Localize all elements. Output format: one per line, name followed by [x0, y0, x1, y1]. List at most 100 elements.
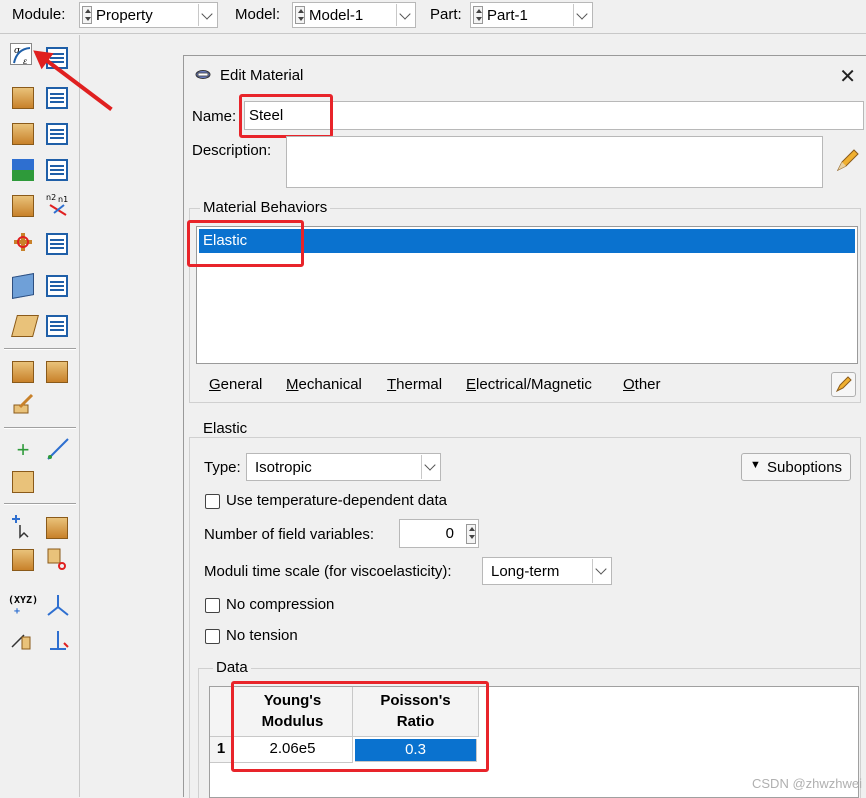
elastic-group-label: Elastic	[200, 420, 250, 437]
table-corner	[210, 687, 233, 737]
model-select[interactable]: Model-1	[292, 2, 416, 28]
section-assignment-manager-icon[interactable]	[46, 159, 68, 181]
type-select[interactable]: Isotropic	[246, 453, 441, 481]
section-manager-icon[interactable]	[46, 87, 68, 109]
youngs-modulus-cell[interactable]: 2.06e5	[233, 737, 353, 763]
assign-orientation-icon[interactable]	[12, 195, 34, 217]
moduli-label: Moduli time scale (for viscoelasticity):	[204, 563, 452, 580]
datum-grid-icon[interactable]	[12, 471, 34, 493]
dialog-titlebar[interactable]: Edit Material ✕	[184, 56, 866, 93]
list-item[interactable]: Elastic	[199, 229, 855, 253]
spin-arrows-icon	[82, 6, 92, 24]
suboptions-label: Suboptions	[767, 459, 842, 476]
type-label: Type:	[204, 459, 241, 476]
edit-behavior-button[interactable]	[831, 372, 856, 397]
measure-angle-icon[interactable]	[46, 629, 68, 651]
partition-icon[interactable]	[46, 517, 68, 539]
no-tension-checkbox[interactable]	[205, 629, 220, 644]
pencil-icon[interactable]	[834, 148, 856, 170]
poissons-ratio-header[interactable]: Poisson's Ratio	[353, 687, 479, 737]
close-icon[interactable]: ✕	[839, 64, 856, 89]
material-behaviors-label: Material Behaviors	[200, 199, 330, 216]
profile-manager-icon[interactable]	[46, 123, 68, 145]
chevron-down-icon	[573, 4, 591, 26]
menu-general[interactable]: General	[209, 376, 262, 393]
svg-text:n2: n2	[46, 193, 56, 202]
part-value: Part-1	[487, 7, 528, 24]
chevron-down-icon	[592, 559, 610, 583]
behaviors-list[interactable]: Elastic	[196, 226, 858, 364]
stringer-manager-icon[interactable]	[46, 275, 68, 297]
menu-other[interactable]: Other	[623, 376, 661, 393]
chevron-down-icon	[396, 4, 414, 26]
suboptions-button[interactable]: ▼ Suboptions	[741, 453, 851, 481]
special-springs-icon[interactable]	[46, 361, 68, 383]
create-stringer-icon[interactable]	[12, 273, 34, 299]
header-line: Young's	[233, 690, 352, 711]
description-label: Description:	[192, 142, 271, 159]
no-tension-label: No tension	[226, 627, 298, 644]
no-compression-checkbox[interactable]	[205, 598, 220, 613]
moduli-select[interactable]: Long-term	[482, 557, 612, 585]
plus-icon[interactable]: +	[12, 439, 34, 461]
composite-layup-manager-icon[interactable]	[46, 315, 68, 337]
module-value: Property	[96, 7, 153, 24]
edit-attribute-icon[interactable]	[12, 393, 34, 415]
spin-arrows-icon	[295, 6, 305, 24]
create-profile-icon[interactable]	[12, 123, 34, 145]
svg-text:σ: σ	[14, 46, 21, 56]
moduli-value: Long-term	[491, 563, 559, 580]
part-label: Part:	[430, 6, 462, 23]
field-vars-label: Number of field variables:	[204, 526, 374, 543]
menu-thermal[interactable]: Thermal	[387, 376, 442, 393]
skin-manager-icon[interactable]	[46, 233, 68, 255]
chevron-down-icon	[198, 4, 216, 26]
svg-text:n1: n1	[58, 195, 68, 204]
cut-part-icon[interactable]	[46, 547, 68, 569]
csys-icon[interactable]	[46, 593, 68, 615]
field-vars-value: 0	[446, 525, 454, 542]
type-value: Isotropic	[255, 459, 312, 476]
replace-part-icon[interactable]	[12, 549, 34, 571]
dialog-title: Edit Material	[220, 67, 303, 84]
name-value: Steel	[249, 107, 283, 124]
header-line: Ratio	[353, 711, 478, 732]
measure-distance-icon[interactable]	[10, 629, 32, 651]
pencil-icon	[832, 373, 855, 396]
field-vars-stepper[interactable]: 0	[399, 519, 479, 548]
toolbox: σε n2n1 + (XYZ) +	[0, 35, 80, 797]
module-select[interactable]: Property	[79, 2, 218, 28]
separator	[4, 427, 76, 429]
no-compression-label: No compression	[226, 596, 334, 613]
create-composite-layup-icon[interactable]	[11, 315, 39, 337]
triangle-down-icon: ▼	[750, 459, 761, 471]
header-line: Poisson's	[353, 690, 478, 711]
assign-normal-icon[interactable]: n2n1	[46, 191, 68, 213]
youngs-modulus-header[interactable]: Young's Modulus	[233, 687, 353, 737]
menu-mechanical[interactable]: Mechanical	[286, 376, 362, 393]
assign-section-icon[interactable]	[12, 159, 34, 181]
create-section-icon[interactable]	[12, 87, 34, 109]
material-icon	[195, 68, 211, 81]
coordinates-icon[interactable]: (XYZ) +	[8, 595, 30, 617]
temp-dependent-checkbox[interactable]	[205, 494, 220, 509]
part-select[interactable]: Part-1	[470, 2, 593, 28]
spin-arrows-icon[interactable]	[466, 524, 476, 544]
poissons-ratio-cell[interactable]: 0.3	[355, 739, 477, 762]
temp-dependent-label: Use temperature-dependent data	[226, 492, 447, 509]
description-field[interactable]	[286, 136, 823, 188]
create-material-icon[interactable]: σε	[10, 43, 32, 65]
model-label: Model:	[235, 6, 280, 23]
menu-electrical-magnetic[interactable]: Electrical/Magnetic	[466, 376, 592, 393]
query-icon[interactable]	[10, 515, 32, 537]
model-value: Model-1	[309, 7, 363, 24]
separator	[4, 348, 76, 350]
chevron-down-icon	[421, 455, 439, 479]
name-field[interactable]: Steel	[244, 101, 864, 130]
special-inertia-icon[interactable]	[12, 361, 34, 383]
spin-arrows-icon	[473, 6, 483, 24]
create-skin-icon[interactable]	[12, 231, 34, 253]
datum-axis-icon[interactable]	[46, 437, 68, 459]
edit-material-dialog: Edit Material ✕ Name: Steel Description:…	[183, 55, 866, 797]
data-group-label: Data	[213, 659, 251, 676]
